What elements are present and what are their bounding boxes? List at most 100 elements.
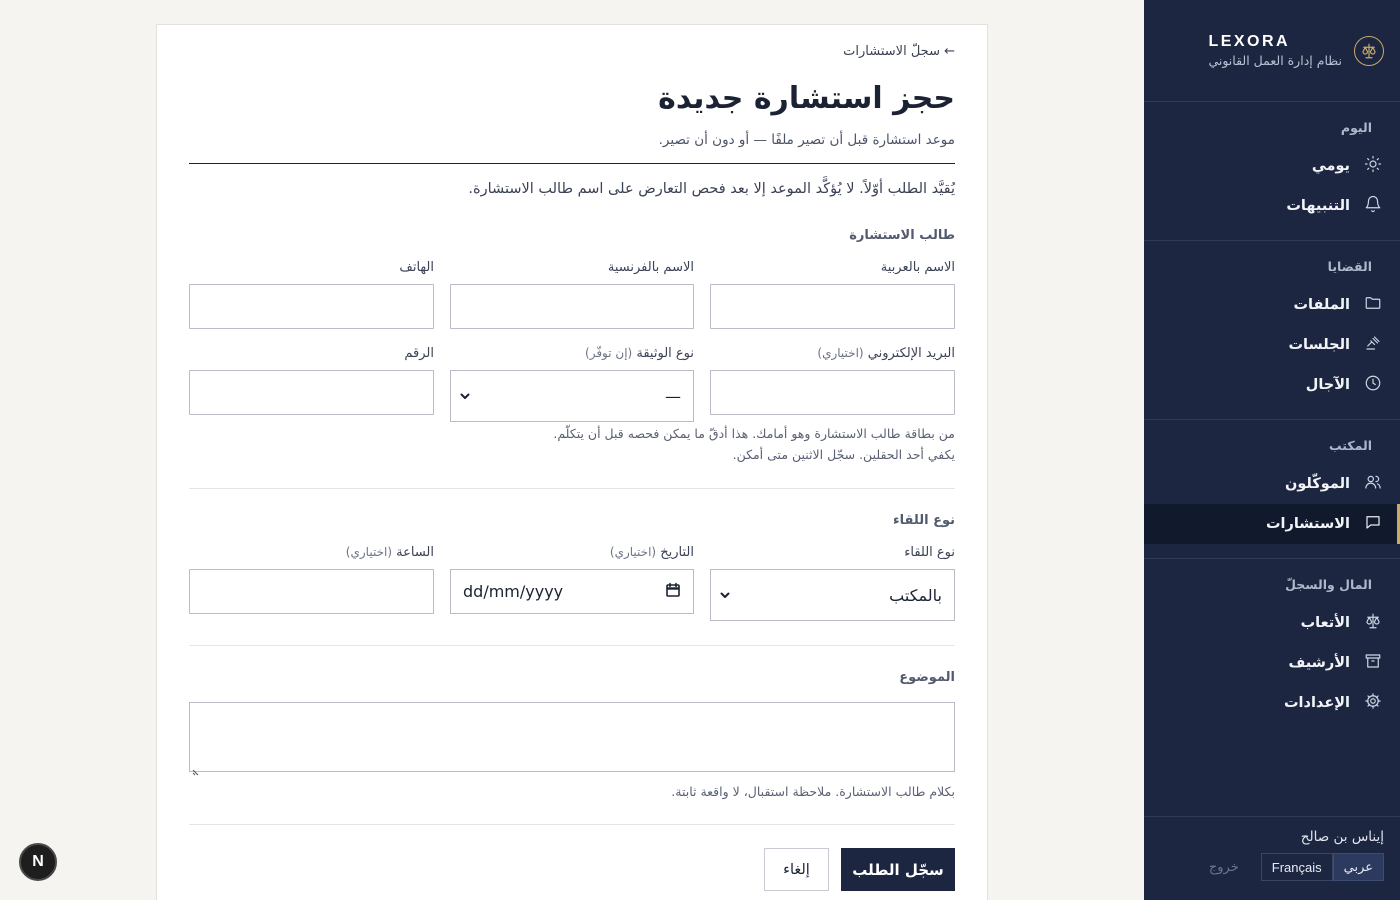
scale-icon [1364, 612, 1382, 634]
number-label: الرقم [404, 346, 434, 361]
meeting-type-value: بالمكتب [889, 585, 942, 605]
section-divider [189, 488, 955, 489]
doc-type-optional-note: (إن توفّر) [585, 346, 633, 360]
sidebar-footer: إيناس بن صالح عربي Français خروج [1144, 816, 1400, 900]
archive-icon [1364, 652, 1382, 674]
meeting-type-label: نوع اللقاء [904, 545, 955, 560]
section-divider [189, 645, 955, 646]
sidebar-item-label: الموكّلون [1284, 476, 1350, 492]
nav-heading: القضايا [1327, 258, 1372, 274]
sidebar-item-settings[interactable]: الإعدادات [1144, 683, 1400, 723]
brand-subtitle: نظام إدارة العمل القانوني [1208, 53, 1342, 68]
sidebar-item-label: الاستشارات [1265, 516, 1350, 532]
folder-icon [1364, 294, 1382, 316]
date-placeholder: dd/mm/yyyy [463, 582, 564, 601]
sidebar-item-consultations[interactable]: الاستشارات [1144, 504, 1400, 544]
sidebar-item-label: الملفات [1293, 297, 1350, 313]
sidebar-item-fees[interactable]: الأتعاب [1144, 603, 1400, 643]
subject-hint: بكلام طالب الاستشارة. ملاحظة استقبال، لا… [671, 784, 955, 799]
meeting-type-select[interactable]: بالمكتب [710, 569, 955, 621]
sidebar-item-clients[interactable]: الموكّلون [1144, 464, 1400, 504]
phone-label: الهاتف [399, 260, 434, 275]
intro-text: يُقيَّد الطلب أوّلاً. لا يُؤكَّد الموعد … [468, 181, 955, 197]
email-optional-note: (اختياري) [817, 346, 864, 360]
nav-group-finance: المال والسجلّ الأتعاب الأرشيف الإعدادات [1144, 559, 1400, 737]
phone-input[interactable] [189, 284, 434, 329]
calendar-icon[interactable] [665, 582, 681, 602]
date-input[interactable]: dd/mm/yyyy [450, 569, 694, 614]
sidebar-item-archive[interactable]: الأرشيف [1144, 643, 1400, 683]
nav-heading: المكتب [1329, 437, 1372, 453]
gear-icon [1364, 692, 1382, 714]
form-panel: ← سجلّ الاستشارات حجز استشارة جديدة موعد… [156, 24, 988, 900]
section-heading-meeting: نوع اللقاء [893, 513, 955, 528]
sidebar-item-deadlines[interactable]: الآجال [1144, 365, 1400, 405]
dev-tools-badge[interactable]: N [19, 843, 57, 881]
resize-grip-icon[interactable] [192, 761, 200, 776]
chevron-down-icon [459, 387, 471, 406]
sidebar-item-label: الأتعاب [1300, 615, 1350, 631]
sidebar-item-label: الأرشيف [1288, 655, 1350, 671]
section-heading-requester: طالب الاستشارة [849, 228, 955, 243]
date-label-text: التاريخ [660, 545, 694, 560]
sidebar: LEXORA نظام إدارة العمل القانوني اليوم ي… [1144, 0, 1400, 900]
date-optional-note: (اختياري) [609, 545, 657, 559]
lang-fr-button[interactable]: Français [1260, 853, 1333, 881]
doc-type-select[interactable]: — [450, 370, 694, 422]
sidebar-item-hearings[interactable]: الجلسات [1144, 325, 1400, 365]
cancel-button[interactable]: إلغاء [764, 848, 829, 891]
sidebar-item-alerts[interactable]: التنبيهات [1144, 186, 1400, 226]
lang-ar-button[interactable]: عربي [1332, 853, 1384, 881]
logout-link[interactable]: خروج [1209, 860, 1239, 875]
email-label: البريد الإلكتروني (اختياري) [817, 346, 955, 361]
nav-group-today: اليوم يومي التنبيهات [1144, 102, 1400, 241]
nav-group-cases: القضايا الملفات الجلسات الآجال [1144, 241, 1400, 420]
nav-heading: اليوم [1340, 119, 1372, 135]
time-input[interactable] [189, 569, 434, 614]
name-ar-label: الاسم بالعربية [880, 260, 955, 275]
scale-logo-icon [1354, 35, 1384, 66]
email-input[interactable] [710, 370, 955, 415]
users-icon [1364, 473, 1382, 495]
sidebar-item-label: الآجال [1305, 377, 1350, 393]
section-heading-subject: الموضوع [899, 670, 955, 685]
time-optional-note: (اختياري) [345, 545, 392, 559]
brand-name: LEXORA [1208, 33, 1291, 50]
sun-icon [1364, 155, 1382, 177]
email-label-text: البريد الإلكتروني [867, 346, 955, 361]
title-divider [189, 163, 955, 164]
section-divider [189, 824, 955, 825]
doc-type-label: نوع الوثيقة (إن توفّر) [585, 346, 694, 361]
id-hint-line1: من بطاقة طالب الاستشارة وهو أمامك. هذا أ… [553, 426, 955, 441]
sidebar-item-files[interactable]: الملفات [1144, 285, 1400, 325]
time-label: الساعة (اختياري) [346, 545, 434, 560]
number-input[interactable] [189, 370, 434, 415]
page-subtitle: موعد استشارة قبل أن تصير ملفًا — أو دون … [658, 132, 955, 148]
sidebar-item-label: الإعدادات [1283, 695, 1350, 711]
bell-icon [1364, 195, 1382, 217]
doc-type-value: — [665, 386, 681, 406]
name-fr-label: الاسم بالفرنسية [607, 260, 694, 275]
id-hint-line2: يكفي أحد الحقلين. سجّل الاثنين متى أمكن. [732, 447, 955, 462]
chevron-down-icon [719, 586, 731, 605]
doc-type-label-text: نوع الوثيقة [636, 346, 694, 361]
sidebar-item-label: يومي [1311, 158, 1350, 174]
gavel-icon [1364, 334, 1382, 356]
page-title: حجز استشارة جديدة [658, 81, 955, 116]
name-fr-input[interactable] [450, 284, 694, 329]
subject-textarea[interactable] [189, 702, 955, 776]
sidebar-item-label: التنبيهات [1286, 198, 1350, 214]
time-label-text: الساعة [396, 545, 434, 560]
name-ar-input[interactable] [710, 284, 955, 329]
user-name: إيناس بن صالح [1300, 829, 1384, 845]
sidebar-item-label: الجلسات [1288, 337, 1350, 353]
chat-icon [1364, 513, 1382, 535]
date-label: التاريخ (اختياري) [610, 545, 694, 560]
nav-group-office: المكتب الموكّلون الاستشارات [1144, 420, 1400, 559]
submit-request-button[interactable]: سجّل الطلب [841, 848, 955, 891]
sidebar-item-daily[interactable]: يومي [1144, 146, 1400, 186]
brand: LEXORA نظام إدارة العمل القانوني [1144, 0, 1400, 102]
back-link[interactable]: ← سجلّ الاستشارات [843, 44, 955, 59]
clock-icon [1364, 374, 1382, 396]
nav-heading: المال والسجلّ [1285, 576, 1372, 592]
